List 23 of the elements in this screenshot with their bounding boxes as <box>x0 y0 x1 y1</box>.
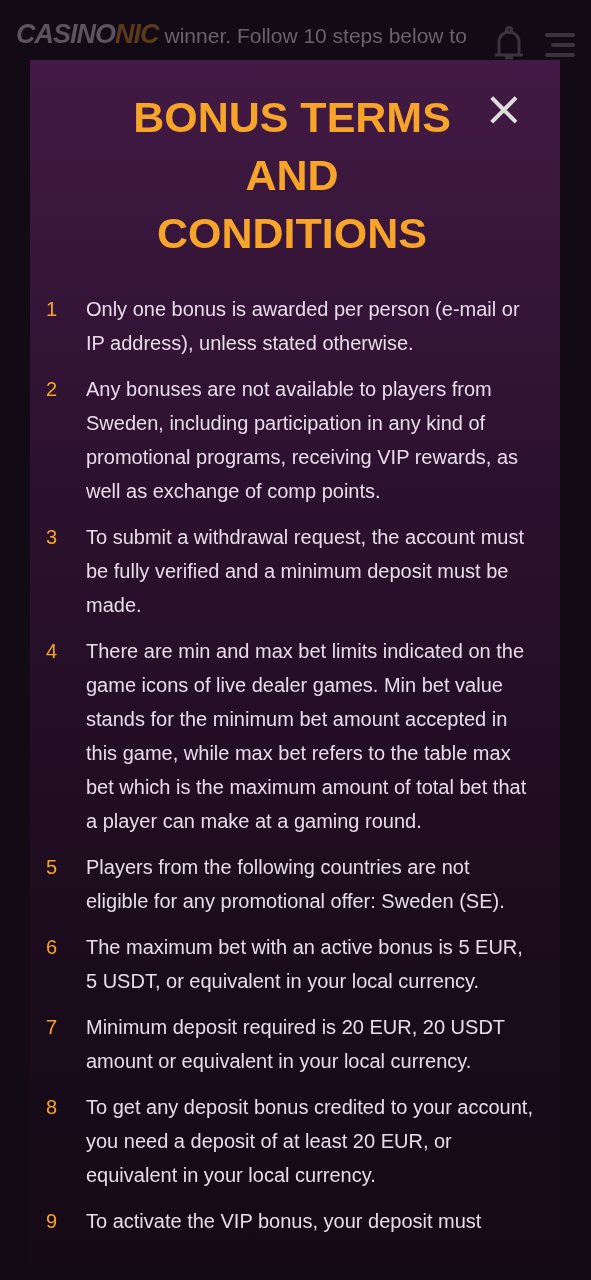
term-number: 8 <box>45 1095 59 1120</box>
term-number: 6 <box>45 935 59 960</box>
term-text: Minimum deposit required is 20 EUR, 20 USDT amount or equivalent in your local currency. <box>86 1015 506 1074</box>
term-text: To submit a withdrawal request, the account must be fully verified and a minimum deposit must be made. <box>86 525 525 618</box>
term-number: 9 <box>45 1209 59 1234</box>
term-text: Only one bonus is awarded per person (e-mail or IP address), unless stated otherwise. <box>86 297 521 356</box>
term-text: To get any deposit bonus credited to your account, you need a deposit of at least 20 EUR, or equivalent in your local currency. <box>86 1095 534 1188</box>
term-text: The maximum bet with an active bonus is 5 EUR, 5 USDT, or equivalent in your local currency. <box>86 935 524 994</box>
term-text: Players from the following countries are not eligible for any promotional offer: Sweden (SE). <box>86 855 506 914</box>
background-text: winner. Follow 10 steps below to <box>164 24 468 48</box>
bell-icon[interactable] <box>493 26 525 62</box>
term-number: 4 <box>45 639 59 664</box>
term-text: There are min and max bet limits indicated on the game icons of live dealer games. Min bet value stands for the minimum bet amount accepted in this game, while max bet refers to the table max bet which is the maximum amount of total bet that a player can make at a gaming round. <box>86 639 528 834</box>
term-number: 1 <box>45 297 59 322</box>
close-button[interactable]: × <box>479 88 528 128</box>
modal-title: BONUS TERMS AND CONDITIONS <box>132 92 452 259</box>
term-number: 5 <box>45 855 59 880</box>
term-number: 2 <box>45 377 59 402</box>
term-number: 7 <box>45 1015 59 1040</box>
term-text: Any bonuses are not available to players from Sweden, including participation in any kind of promotional programs, receiving VIP rewards, as well as exchange of comp points. <box>86 377 520 504</box>
term-text: To activate the VIP bonus, your deposit must <box>86 1209 483 1234</box>
menu-icon[interactable] <box>545 32 575 58</box>
term-number: 3 <box>45 525 59 550</box>
